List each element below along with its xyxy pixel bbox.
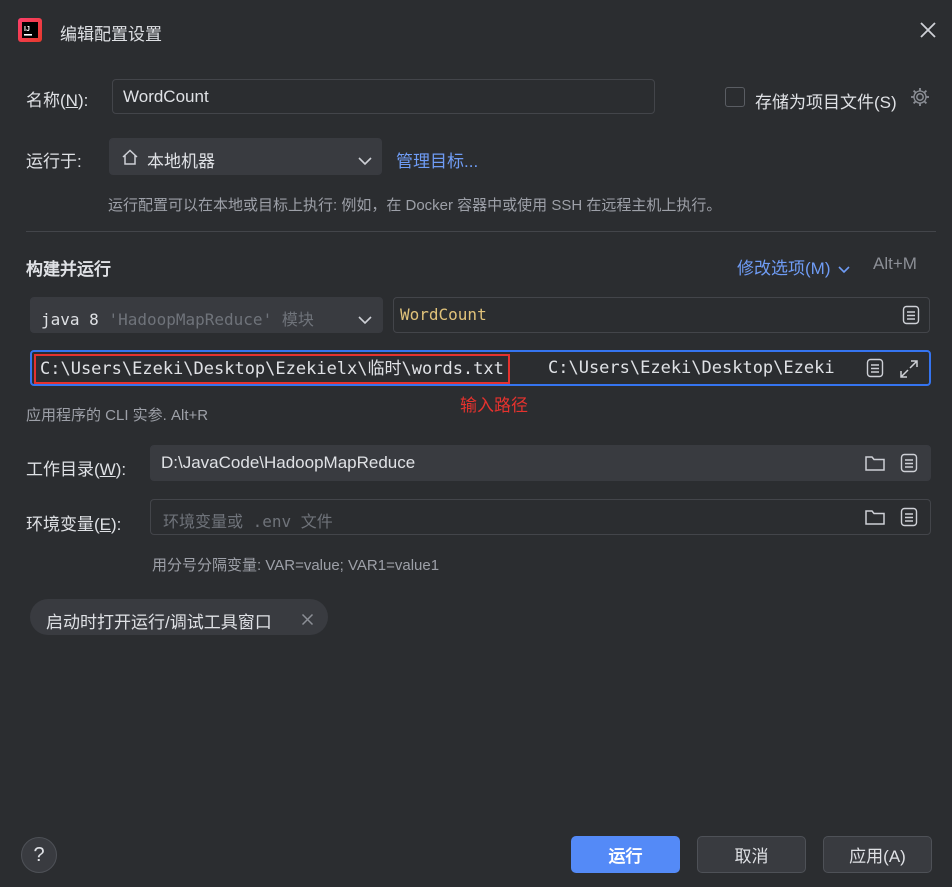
jdk-select[interactable]: java 8 'HadoopMapReduce' 模块 [30,297,383,333]
name-value: WordCount [123,87,209,106]
modify-options-shortcut: Alt+M [873,254,917,273]
chip-label: 启动时打开运行/调试工具窗口 [46,613,272,632]
env-label: 环境变量(E): [26,515,122,534]
program-args-hint: 应用程序的 CLI 实参. Alt+R [26,407,209,424]
help-button[interactable]: ? [21,837,57,873]
close-icon[interactable] [918,20,938,40]
list-icon[interactable] [900,453,918,478]
name-input[interactable]: WordCount [112,79,655,114]
home-icon [121,148,139,171]
env-placeholder: 环境变量或 .env 文件 [163,512,333,531]
main-class-input[interactable]: WordCount [393,297,930,333]
env-input[interactable]: 环境变量或 .env 文件 [150,499,931,535]
list-icon[interactable] [866,358,884,383]
chevron-down-icon [358,310,372,329]
gear-icon[interactable] [909,86,931,108]
working-dir-input[interactable]: D:\JavaCode\HadoopMapReduce [150,445,931,481]
working-dir-label: 工作目录(W): [26,460,127,479]
program-args-input[interactable]: C:\Users\Ezeki\Desktop\Ezekielx\临时\words… [30,350,931,386]
name-label: 名称(N): [26,91,89,110]
svg-text:IJ: IJ [24,26,30,33]
list-icon[interactable] [902,305,920,330]
close-icon[interactable] [301,611,314,631]
app-icon: IJ [18,18,42,42]
store-as-project-label[interactable]: 存储为项目文件(S) [755,88,897,113]
run-on-label: 运行于: [26,152,82,171]
folder-icon[interactable] [864,507,886,532]
folder-icon[interactable] [864,453,886,478]
modify-options-link[interactable]: 修改选项(M) [737,254,850,279]
store-as-project-checkbox[interactable] [725,87,745,107]
jdk-version: java 8 [41,310,99,329]
divider [26,231,936,232]
jdk-module: 'HadoopMapReduce' [108,310,273,329]
annotation-label: 输入路径 [460,396,528,415]
cancel-button[interactable]: 取消 [697,836,806,873]
run-on-select[interactable]: 本地机器 [109,138,382,175]
chevron-down-icon [838,266,850,274]
program-args-rest: C:\Users\Ezeki\Desktop\Ezeki [548,358,835,378]
chevron-down-icon [358,151,372,171]
jdk-suffix: 模块 [281,310,314,329]
program-args-highlighted: C:\Users\Ezeki\Desktop\Ezekielx\临时\words… [34,354,510,384]
run-on-value: 本地机器 [147,152,215,171]
working-dir-value: D:\JavaCode\HadoopMapReduce [161,453,416,472]
list-icon[interactable] [900,507,918,532]
section-title: 构建并运行 [26,260,111,279]
manage-targets-link[interactable]: 管理目标... [396,147,478,172]
apply-button[interactable]: 应用(A) [823,836,932,873]
expand-icon[interactable] [898,358,920,384]
run-on-hint: 运行配置可以在本地或目标上执行: 例如，在 Docker 容器中或使用 SSH … [108,197,722,214]
env-hint: 用分号分隔变量: VAR=value; VAR1=value1 [152,557,440,574]
main-class-value: WordCount [400,305,487,324]
window-title: 编辑配置设置 [60,25,162,44]
run-button[interactable]: 运行 [571,836,680,873]
open-tool-window-chip[interactable]: 启动时打开运行/调试工具窗口 [30,599,328,635]
